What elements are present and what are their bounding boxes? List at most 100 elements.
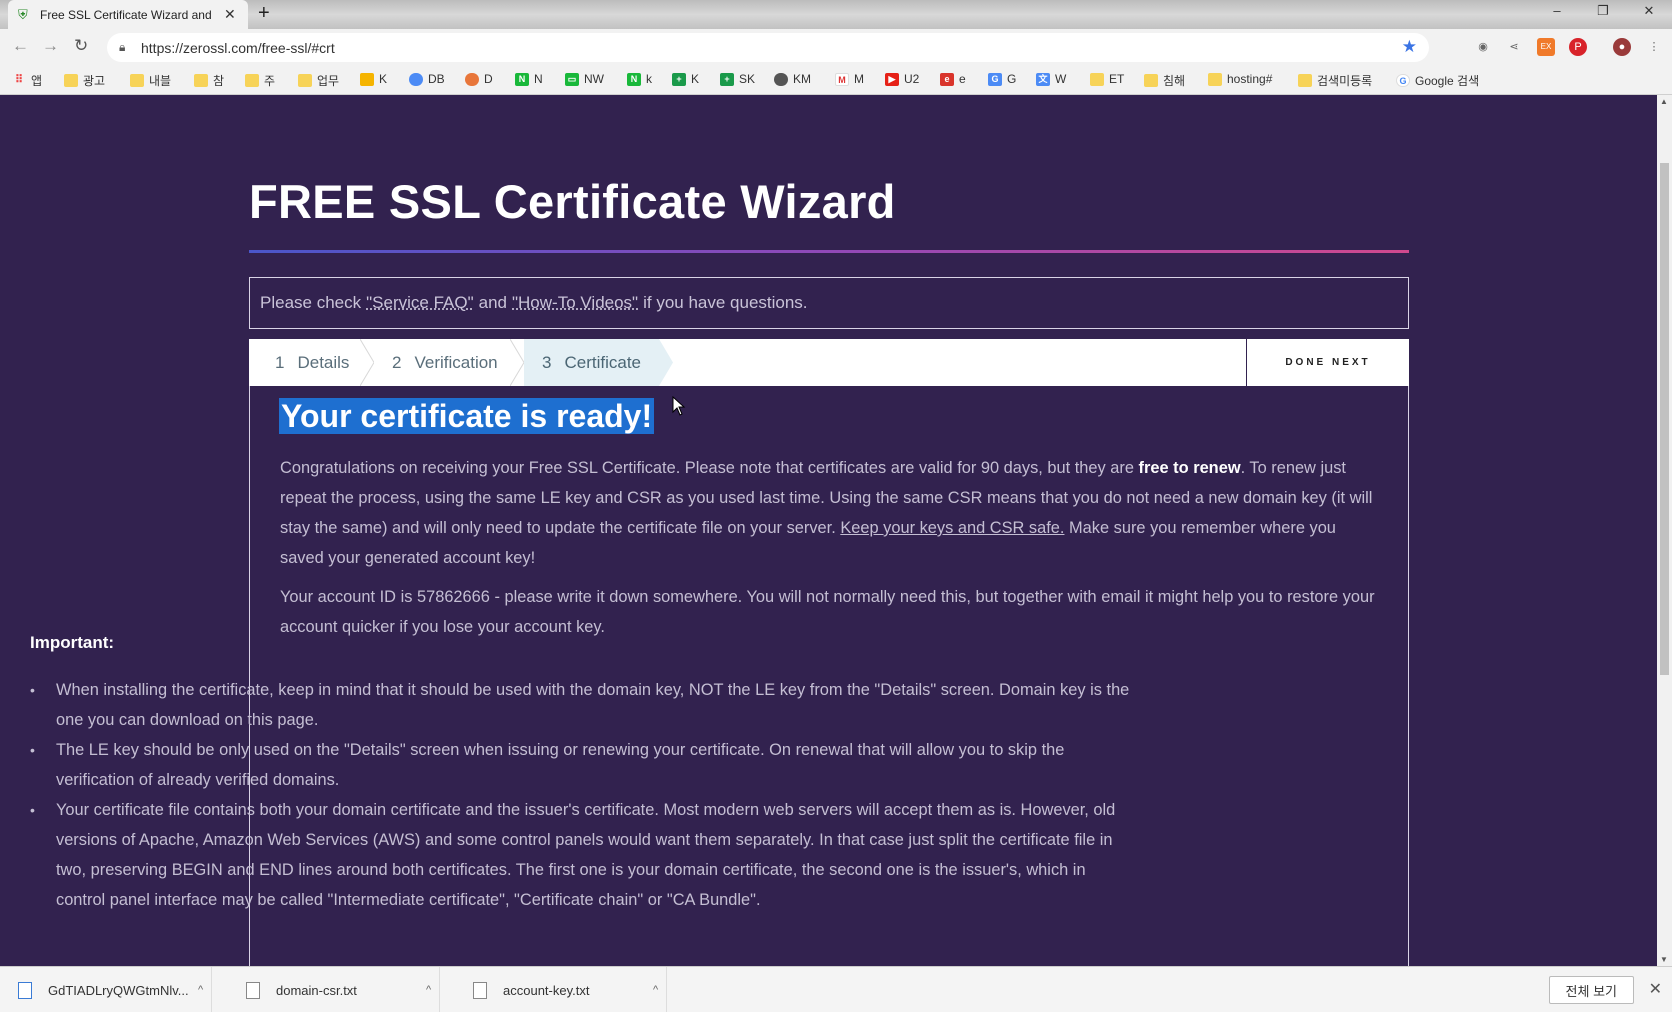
step-label: Certificate (564, 352, 641, 372)
folder-icon (298, 74, 312, 87)
bookmark-folder[interactable]: 내블 (130, 72, 171, 89)
mouse-cursor-icon (672, 396, 686, 416)
title-divider (249, 250, 1409, 253)
file-icon (246, 981, 260, 999)
step-verification[interactable]: 2 Verification (374, 339, 524, 386)
chrome-icon (465, 72, 479, 86)
bookmark-link[interactable]: ▶ U2 (885, 72, 919, 86)
bookmark-folder[interactable]: hosting# (1208, 72, 1272, 86)
plus-icon: + (672, 72, 686, 86)
bookmark-folder[interactable]: 검색미등록 (1298, 72, 1372, 89)
download-filename: GdTIADLryQWGtmNlv... (48, 982, 188, 998)
page-viewport: FREE SSL Certificate Wizard Please check… (0, 95, 1657, 966)
bookmark-link[interactable]: Nk (627, 72, 652, 86)
chevron-up-icon[interactable]: ^ (653, 984, 658, 996)
bookmark-link[interactable]: GG (988, 72, 1016, 86)
chevron-up-icon[interactable]: ^ (426, 984, 431, 996)
bookmark-link[interactable]: ee (940, 72, 966, 86)
step-number: 1 (275, 352, 285, 372)
step-details[interactable]: 1 Details (249, 339, 374, 386)
bookmark-link[interactable]: ▭ NW (565, 72, 604, 86)
done-next-button[interactable]: DONE NEXT (1246, 339, 1409, 386)
gmail-icon: M (835, 72, 849, 86)
close-shelf-icon[interactable]: ✕ (1649, 979, 1662, 999)
bookmark-star-icon[interactable]: ★ (1402, 37, 1417, 57)
how-to-videos-link[interactable]: "How-To Videos" (512, 293, 638, 313)
download-item[interactable]: account-key.txt ^ (455, 967, 667, 1012)
notice-prefix: Please check (260, 293, 362, 312)
menu-icon[interactable]: ⋮ (1645, 38, 1663, 56)
bookmark-link[interactable]: K (360, 72, 387, 86)
congrats-paragraph: Congratulations on receiving your Free S… (280, 459, 1373, 567)
download-item[interactable]: domain-csr.txt ^ (228, 967, 440, 1012)
show-all-downloads-button[interactable]: 전체 보기 (1548, 976, 1634, 1004)
service-faq-link[interactable]: "Service FAQ" (366, 293, 474, 313)
wizard-steps: 1 Details 2 Verification 3 Certificate D… (249, 339, 1409, 386)
browser-toolbar: ← → ↻ 🔒︎ https://zerossl.com/free-ssl/#c… (0, 29, 1672, 66)
shield-favicon-icon: ⛨ (18, 6, 28, 22)
new-tab-button[interactable]: + (258, 2, 270, 25)
folder-icon (64, 74, 78, 87)
scroll-down-icon[interactable]: ▼ (1660, 955, 1668, 964)
bookmark-link[interactable]: G Google 검색 (1396, 72, 1479, 89)
download-filename: account-key.txt (503, 982, 590, 998)
scroll-up-icon[interactable]: ▲ (1660, 97, 1668, 106)
pinterest-icon[interactable]: P (1569, 38, 1587, 56)
profile-avatar[interactable]: ● (1613, 38, 1631, 56)
bookmark-folder[interactable]: 광고 (64, 72, 105, 89)
bookmark-link[interactable]: NN (515, 72, 543, 86)
bookmark-link[interactable]: DB (409, 72, 445, 86)
important-heading: Important: (30, 633, 115, 652)
bookmark-link[interactable]: 文W (1036, 72, 1066, 86)
download-item[interactable]: GdTIADLryQWGtmNlv... ^ (0, 967, 212, 1012)
address-bar[interactable]: 🔒︎ https://zerossl.com/free-ssl/#crt ★ (107, 33, 1429, 62)
folder-icon (245, 74, 259, 87)
account-id-paragraph: Your account ID is 57862666 - please wri… (280, 588, 1375, 636)
bookmarks-bar: ⠿ 앱 광고 내블 참 주 업무 K DB D NN ▭ NW Nk + K + SK … (0, 66, 1672, 95)
reload-icon[interactable]: ↻ (74, 36, 88, 56)
chevron-up-icon[interactable]: ^ (198, 984, 203, 996)
file-icon (18, 981, 32, 999)
bookmark-apps[interactable]: ⠿ 앱 (12, 72, 42, 89)
step-number: 2 (392, 352, 402, 372)
translate-icon: 文 (1036, 72, 1050, 86)
bookmark-folder[interactable]: 침해 (1144, 72, 1185, 89)
github-icon (774, 72, 788, 86)
share-icon[interactable]: ⋖ (1505, 38, 1523, 56)
back-icon[interactable]: ← (12, 36, 29, 56)
plus-icon: + (720, 72, 734, 86)
bookmark-link[interactable]: KM (774, 72, 811, 86)
folder-icon (194, 74, 208, 87)
important-list: When installing the certificate, keep in… (30, 675, 1130, 915)
step-separator (360, 339, 374, 386)
bookmark-folder[interactable]: 업무 (298, 72, 339, 89)
apps-grid-icon: ⠿ (14, 74, 24, 86)
restore-button[interactable]: ❐ (1580, 0, 1626, 22)
step-certificate-active[interactable]: 3 Certificate (524, 339, 659, 386)
youtube-icon: ▶ (885, 72, 899, 86)
scrollbar-thumb[interactable] (1660, 163, 1669, 675)
bookmark-link[interactable]: D (465, 72, 493, 86)
google-icon: G (1396, 74, 1410, 87)
close-window-button[interactable]: ✕ (1626, 0, 1672, 22)
folder-icon (1144, 74, 1158, 87)
bookmark-folder[interactable]: ET (1090, 72, 1124, 86)
naver-icon: N (627, 72, 641, 86)
location-pin-icon[interactable]: ◉ (1474, 38, 1492, 56)
extension-ex-icon[interactable]: EX (1537, 38, 1555, 56)
bookmark-folder[interactable]: 주 (245, 72, 275, 89)
browser-tab[interactable]: ⛨ Free SSL Certificate Wizard and ✕ (8, 0, 248, 29)
bookmark-link[interactable]: MM (835, 72, 864, 86)
folder-icon (1090, 72, 1104, 86)
forward-icon[interactable]: → (42, 36, 59, 56)
page-scrollbar[interactable]: ▲ ▼ (1657, 95, 1672, 966)
list-item: Your certificate file contains both your… (30, 795, 1130, 915)
step-arrow-active (659, 339, 673, 386)
minimize-button[interactable]: – (1534, 0, 1580, 22)
keep-keys-safe-link[interactable]: Keep your keys and CSR safe. (840, 519, 1064, 537)
download-filename: domain-csr.txt (276, 982, 357, 998)
bookmark-link[interactable]: + SK (720, 72, 755, 86)
close-tab-icon[interactable]: ✕ (224, 6, 236, 23)
bookmark-folder[interactable]: 참 (194, 72, 224, 89)
bookmark-link[interactable]: + K (672, 72, 699, 86)
